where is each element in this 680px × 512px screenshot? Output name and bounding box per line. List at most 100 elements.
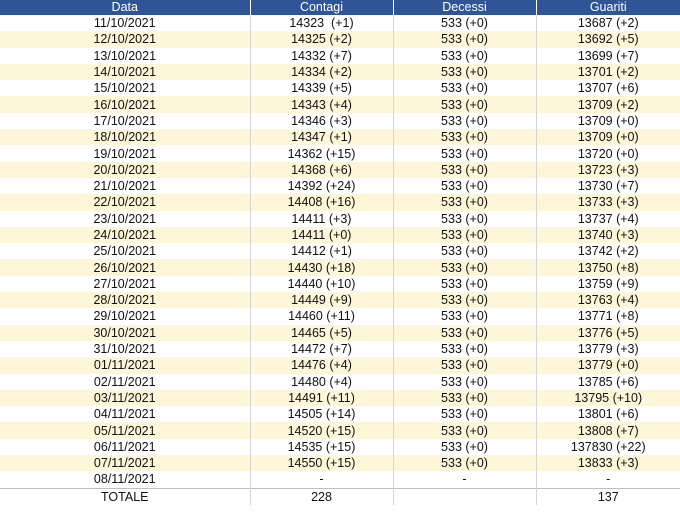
table-row: 07/11/2021 14550 (+15) 533 (+0) 13833 (+3) xyxy=(0,455,680,472)
table-row: 16/10/2021 14343 (+4) 533 (+0) 13709 (+2) xyxy=(0,96,680,113)
cell-decessi: 533 (+0) xyxy=(393,308,537,325)
cell-data: 17/10/2021 xyxy=(0,112,251,130)
cell-data: 24/10/2021 xyxy=(0,226,251,244)
cell-decessi: 533 (+0) xyxy=(393,31,537,48)
cell-decessi: 533 (+0) xyxy=(393,455,537,472)
cell-guariti: 13759 (+9) xyxy=(536,275,680,293)
cell-data: 12/10/2021 xyxy=(0,31,251,48)
table-row: 28/10/2021 14449 (+9) 533 (+0) 13763 (+4) xyxy=(0,292,680,309)
table-row: 22/10/2021 14408 (+16) 533 (+0) 13733 (+3) xyxy=(0,194,680,211)
cell-guariti: 137830 (+22) xyxy=(536,438,680,456)
cell-contagi: 14325 (+2) xyxy=(250,31,394,48)
cell-decessi: 533 (+0) xyxy=(393,243,537,260)
cell-contagi: 14535 (+15) xyxy=(250,438,394,456)
cell-contagi: 14550 (+15) xyxy=(250,455,394,472)
cell-data: 19/10/2021 xyxy=(0,145,251,162)
cell-decessi: 533 (+0) xyxy=(393,373,537,390)
cell-decessi: 533 (+0) xyxy=(393,422,537,439)
cell-guariti: 13709 (+2) xyxy=(536,96,680,113)
table-row: 19/10/2021 14362 (+15) 533 (+0) 13720 (+0) xyxy=(0,145,680,162)
header-decessi: Decessi xyxy=(393,0,537,15)
cell-contagi: 14392 (+24) xyxy=(250,177,394,195)
cell-data: 05/11/2021 xyxy=(0,422,251,439)
cell-data: TOTALE xyxy=(0,487,251,505)
cell-data: 13/10/2021 xyxy=(0,47,251,64)
table-row: 27/10/2021 14440 (+10) 533 (+0) 13759 (+9) xyxy=(0,275,680,293)
cell-contagi: 14368 (+6) xyxy=(250,161,394,178)
cell-contagi: 14430 (+18) xyxy=(250,259,394,276)
table-row: 20/10/2021 14368 (+6) 533 (+0) 13723 (+3) xyxy=(0,161,680,178)
table-row: 14/10/2021 14334 (+2) 533 (+0) 13701 (+2) xyxy=(0,63,680,81)
cell-data: 16/10/2021 xyxy=(0,96,251,113)
cell-guariti: 13742 (+2) xyxy=(536,243,680,260)
cell-decessi: 533 (+0) xyxy=(393,357,537,374)
table-row: 12/10/2021 14325 (+2) 533 (+0) 13692 (+5) xyxy=(0,31,680,48)
table-row: 18/10/2021 14347 (+1) 533 (+0) 13709 (+0) xyxy=(0,129,680,146)
cell-contagi: 14465 (+5) xyxy=(250,324,394,341)
cell-decessi: 533 (+0) xyxy=(393,112,537,130)
cell-decessi xyxy=(393,487,537,505)
cell-guariti: 13801 (+6) xyxy=(536,406,680,423)
cell-contagi: 228 xyxy=(250,487,394,505)
cell-contagi: 14460 (+11) xyxy=(250,308,394,325)
table-row: 06/11/2021 14535 (+15) 533 (+0) 137830 (+22… xyxy=(0,438,680,456)
cell-data: 30/10/2021 xyxy=(0,324,251,341)
cell-contagi: 14449 (+9) xyxy=(250,292,394,309)
cell-data: 28/10/2021 xyxy=(0,292,251,309)
cell-guariti: - xyxy=(536,471,680,489)
cell-data: 18/10/2021 xyxy=(0,129,251,146)
cell-contagi: 14339 (+5) xyxy=(250,80,394,97)
table-row: 25/10/2021 14412 (+1) 533 (+0) 13742 (+2) xyxy=(0,243,680,260)
cell-decessi: 533 (+0) xyxy=(393,80,537,97)
cell-contagi: 14323 (+1) xyxy=(250,15,394,32)
covid-data-table: Data Contagi Decessi Guariti 11/10/2021 1… xyxy=(0,0,680,505)
cell-decessi: 533 (+0) xyxy=(393,259,537,276)
cell-decessi: 533 (+0) xyxy=(393,47,537,64)
table-row: 30/10/2021 14465 (+5) 533 (+0) 13776 (+5) xyxy=(0,324,680,341)
table-row: 13/10/2021 14332 (+7) 533 (+0) 13699 (+7) xyxy=(0,47,680,64)
cell-data: 21/10/2021 xyxy=(0,177,251,195)
cell-guariti: 13709 (+0) xyxy=(536,112,680,130)
cell-guariti: 137 xyxy=(536,487,680,505)
table-row: 04/11/2021 14505 (+14) 533 (+0) 13801 (+6) xyxy=(0,406,680,423)
cell-data: 26/10/2021 xyxy=(0,259,251,276)
table-row: 05/11/2021 14520 (+15) 533 (+0) 13808 (+7) xyxy=(0,422,680,439)
cell-decessi: 533 (+0) xyxy=(393,96,537,113)
table-body: 11/10/2021 14323 (+1) 533 (+0) 13687 (+2) 12… xyxy=(0,15,680,505)
cell-data: 06/11/2021 xyxy=(0,438,251,456)
cell-decessi: 533 (+0) xyxy=(393,324,537,341)
cell-decessi: 533 (+0) xyxy=(393,292,537,309)
cell-decessi: 533 (+0) xyxy=(393,194,537,211)
cell-guariti: 13733 (+3) xyxy=(536,194,680,211)
cell-data: 31/10/2021 xyxy=(0,340,251,358)
cell-guariti: 13687 (+2) xyxy=(536,15,680,32)
cell-data: 07/11/2021 xyxy=(0,455,251,472)
table-row: 23/10/2021 14411 (+3) 533 (+0) 13737 (+4) xyxy=(0,210,680,227)
cell-data: 04/11/2021 xyxy=(0,406,251,423)
cell-contagi: 14520 (+15) xyxy=(250,422,394,439)
table-row: 08/11/2021- - - xyxy=(0,471,680,489)
total-row: TOTALE 228 137 xyxy=(0,487,680,505)
cell-guariti: 13779 (+3) xyxy=(536,340,680,358)
cell-decessi: 533 (+0) xyxy=(393,210,537,227)
cell-guariti: 13808 (+7) xyxy=(536,422,680,439)
cell-data: 23/10/2021 xyxy=(0,210,251,227)
cell-decessi: 533 (+0) xyxy=(393,161,537,178)
cell-guariti: 13723 (+3) xyxy=(536,161,680,178)
header-row: Data Contagi Decessi Guariti xyxy=(0,0,680,15)
cell-guariti: 13720 (+0) xyxy=(536,145,680,162)
cell-contagi: 14343 (+4) xyxy=(250,96,394,113)
cell-data: 27/10/2021 xyxy=(0,275,251,293)
cell-contagi: 14505 (+14) xyxy=(250,406,394,423)
cell-contagi: 14411 (+3) xyxy=(250,210,394,227)
cell-contagi: 14347 (+1) xyxy=(250,129,394,146)
cell-contagi: 14346 (+3) xyxy=(250,112,394,130)
cell-guariti: 13776 (+5) xyxy=(536,324,680,341)
header-data: Data xyxy=(0,0,251,15)
cell-guariti: 13701 (+2) xyxy=(536,63,680,81)
table-row: 24/10/2021 14411 (+0) 533 (+0) 13740 (+3) xyxy=(0,226,680,244)
cell-decessi: 533 (+0) xyxy=(393,177,537,195)
cell-contagi: 14480 (+4) xyxy=(250,373,394,390)
cell-contagi: 14491 (+11) xyxy=(250,389,394,407)
cell-decessi: 533 (+0) xyxy=(393,129,537,146)
